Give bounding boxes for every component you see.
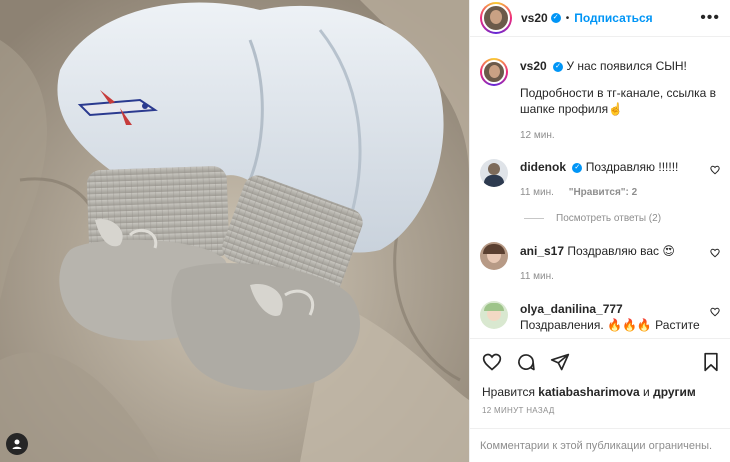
commenter-avatar[interactable] [480,159,508,187]
like-comment-heart-icon[interactable] [708,306,720,320]
heart-icon[interactable] [482,352,502,372]
more-options-icon[interactable]: ••• [700,9,720,27]
separator-dot: • [565,12,570,24]
commenter-avatar[interactable] [480,301,508,329]
comment-username[interactable]: olya_danilina_777 [520,302,623,316]
like-comment-heart-icon[interactable] [708,247,720,261]
post-side-panel: vs20 ✓ • Подписаться ••• vs20 ✓ У нас по… [469,0,730,462]
comment-time[interactable]: 11 мин. [520,187,554,198]
author-username[interactable]: vs20 [521,11,548,25]
point-up-emoji: ☝️ [608,102,624,116]
comment-username[interactable]: ani_s17 [520,244,564,258]
caption-text-line1: У нас появился СЫН! [566,59,687,73]
likes-prefix: Нравится [482,385,535,399]
post-actions-bar [470,338,730,384]
verified-icon: ✓ [553,61,564,72]
commenter-avatar[interactable] [480,242,508,270]
bookmark-icon[interactable] [702,352,720,372]
comment-text: Поздравления. 🔥🔥🔥 Растите здоровенькими. [520,318,700,338]
liked-by-user[interactable]: katiabasharimova [538,385,639,399]
comment-text: Поздравляю !!!!!! [585,160,679,174]
like-comment-heart-icon[interactable] [708,164,720,178]
replies-divider [524,218,544,219]
likes-middle: и [643,385,650,399]
comments-list[interactable]: vs20 ✓ У нас появился СЫН! Подробности в… [470,37,730,338]
likes-others-link[interactable]: другим [653,385,696,399]
comments-limited-notice: Комментарии к этой публикации ограничены… [470,428,730,462]
share-icon[interactable] [550,352,570,372]
post-header: vs20 ✓ • Подписаться ••• [470,0,730,37]
comment-time[interactable]: 11 мин. [520,271,554,282]
post-dialog: vs20 ✓ • Подписаться ••• vs20 ✓ У нас по… [0,0,730,462]
follow-button[interactable]: Подписаться [574,11,652,25]
comment: didenok ✓ Поздравляю !!!!!! 11 мин. "Нра… [480,159,720,201]
author-avatar[interactable] [480,2,512,34]
comment: olya_danilina_777 Поздравления. 🔥🔥🔥 Раст… [480,301,720,338]
comment: ani_s17 Поздравляю вас 😍 11 мин. [480,242,720,285]
author-avatar[interactable] [480,58,508,86]
comment-username[interactable]: didenok [520,160,566,174]
baby-booties-image [0,0,469,462]
verified-icon: ✓ [550,13,561,23]
comment-likes[interactable]: "Нравится": 2 [569,187,638,198]
post-photo[interactable] [0,0,469,462]
caption: vs20 ✓ У нас появился СЫН! Подробности в… [480,58,720,144]
user-tag-icon[interactable] [6,433,28,455]
view-replies-label[interactable]: Посмотреть ответы (2) [556,213,661,224]
comment-text: Поздравляю вас 😍 [567,244,675,258]
caption-time[interactable]: 12 мин. [520,130,555,141]
post-timestamp[interactable]: 12 МИНУТ НАЗАД [470,406,730,418]
view-replies-button[interactable]: Посмотреть ответы (2) [524,213,720,224]
comment-icon[interactable] [516,352,536,372]
verified-icon: ✓ [572,162,583,173]
caption-username[interactable]: vs20 [520,59,547,73]
likes-summary: Нравится katiabasharimova и другим [470,384,730,400]
